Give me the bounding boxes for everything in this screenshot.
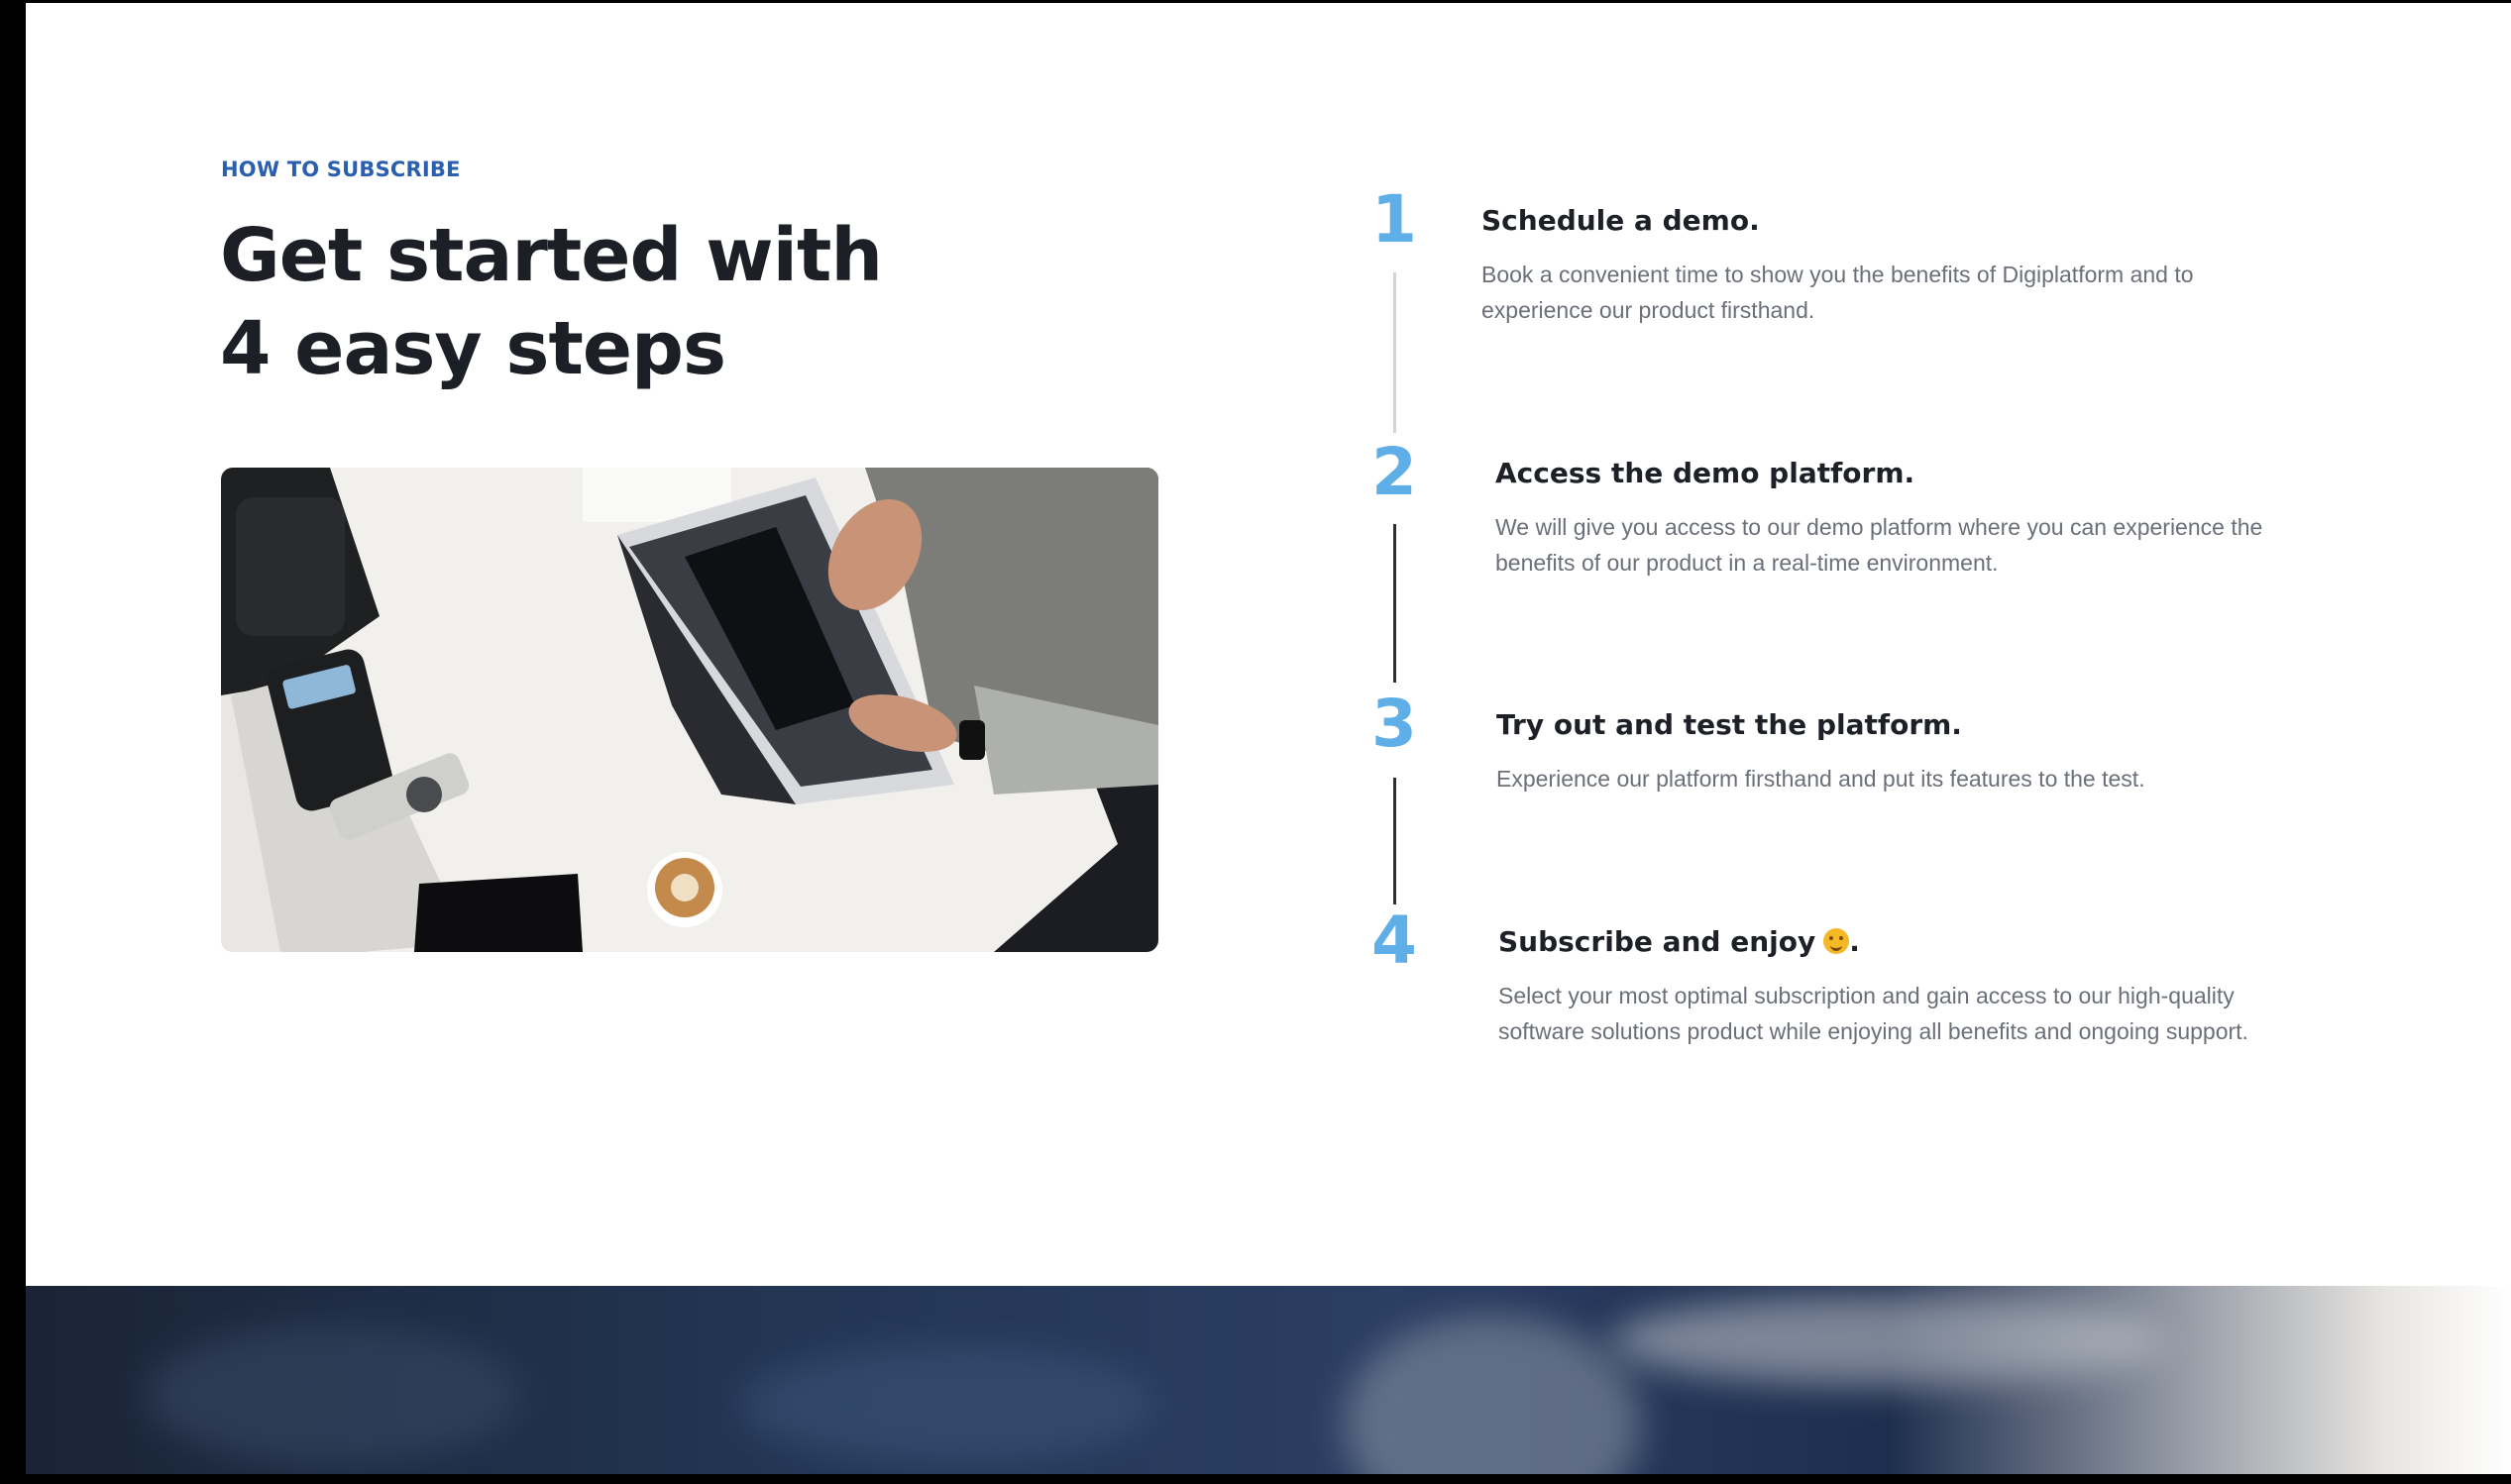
step-4-description: Select your most optimal subscription an… bbox=[1498, 983, 2248, 1044]
section-eyebrow: HOW TO SUBSCRIBE bbox=[221, 158, 461, 181]
step-connector bbox=[1393, 272, 1396, 433]
headline-line-2: 4 easy steps bbox=[220, 306, 726, 391]
workspace-photo bbox=[221, 468, 1158, 952]
step-3-number: 3 bbox=[1371, 686, 1417, 762]
step-3-title: Try out and test the platform. bbox=[1496, 708, 1962, 741]
step-connector bbox=[1393, 778, 1396, 904]
step-4-title-suffix: . bbox=[1849, 925, 1860, 958]
step-2-title: Access the demo platform. bbox=[1495, 457, 1915, 489]
next-section-background bbox=[26, 1286, 2511, 1474]
smiling-face-emoji-icon bbox=[1823, 928, 1850, 954]
headline-line-1: Get started with bbox=[220, 213, 883, 298]
step-4-title: Subscribe and enjoy. bbox=[1498, 925, 1860, 958]
step-4-number: 4 bbox=[1371, 902, 1417, 979]
section-headline: Get started with 4 easy steps bbox=[220, 209, 914, 395]
step-connector bbox=[1393, 524, 1396, 683]
step-2-number: 2 bbox=[1371, 434, 1417, 510]
step-1-title: Schedule a demo. bbox=[1481, 204, 1760, 237]
step-1-description: Book a convenient time to show you the b… bbox=[1481, 262, 2194, 323]
step-1-number: 1 bbox=[1371, 181, 1417, 258]
subscribe-section: HOW TO SUBSCRIBE Get started with 4 easy… bbox=[26, 3, 2511, 1286]
step-3-description: Experience our platform firsthand and pu… bbox=[1496, 766, 2145, 792]
workspace-photo-illustration bbox=[221, 468, 1158, 952]
step-4-title-text: Subscribe and enjoy bbox=[1498, 925, 1816, 958]
step-2-description: We will give you access to our demo plat… bbox=[1495, 514, 2263, 576]
